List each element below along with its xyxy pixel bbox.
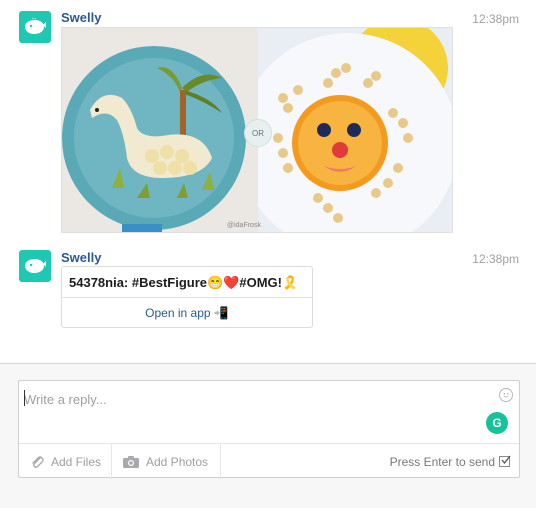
- reply-input[interactable]: [24, 387, 494, 411]
- image-right-panel: [238, 28, 452, 232]
- avatar[interactable]: [19, 250, 51, 282]
- add-photos-button[interactable]: Add Photos: [112, 444, 221, 479]
- or-badge: OR: [244, 119, 272, 147]
- whale-icon: [25, 259, 46, 273]
- add-files-label: Add Files: [51, 454, 102, 469]
- attachment-text: 54378nia: #BestFigure😁❤️#OMG!🎗️: [69, 275, 299, 290]
- send-hint-label: Press Enter to send: [389, 454, 495, 469]
- enter-to-send-checkbox[interactable]: [499, 455, 511, 467]
- shared-image[interactable]: OR @idaFrosk: [61, 27, 453, 233]
- reply-composer: G Add Files Add Photos Press Enter to se…: [18, 380, 520, 479]
- sender-name[interactable]: Swelly: [61, 250, 101, 265]
- checkmark-icon: [501, 455, 511, 465]
- whale-icon: [25, 18, 46, 34]
- image-watermark: @idaFrosk: [227, 222, 261, 229]
- attachment-card: 54378nia: #BestFigure😁❤️#OMG!🎗️ Open in …: [61, 266, 313, 328]
- paperclip-icon: [32, 455, 44, 468]
- avatar[interactable]: [19, 11, 51, 43]
- dinosaur-plate-illustration: [62, 28, 258, 232]
- emoji-button[interactable]: [499, 388, 513, 402]
- sun-plate-illustration: [238, 28, 452, 232]
- enter-to-send-toggle[interactable]: Press Enter to send: [389, 444, 511, 479]
- timestamp[interactable]: 12:38pm: [472, 252, 519, 266]
- grammarly-icon[interactable]: G: [486, 412, 508, 434]
- smiley-icon: [503, 393, 509, 398]
- composer-toolbar: Add Files Add Photos Press Enter to send: [19, 443, 519, 479]
- timestamp[interactable]: 12:38pm: [472, 12, 519, 26]
- sender-name[interactable]: Swelly: [61, 10, 101, 25]
- add-photos-label: Add Photos: [146, 454, 209, 469]
- open-in-app-button[interactable]: Open in app 📲: [62, 298, 312, 328]
- image-left-panel: [62, 28, 258, 232]
- composer-area: G Add Files Add Photos Press Enter to se…: [0, 363, 536, 508]
- camera-icon: [123, 455, 139, 468]
- message-1: Swelly 12:38pm OR @idaFrosk: [0, 0, 536, 240]
- add-files-button[interactable]: Add Files: [19, 444, 112, 479]
- text-caret: [24, 390, 25, 406]
